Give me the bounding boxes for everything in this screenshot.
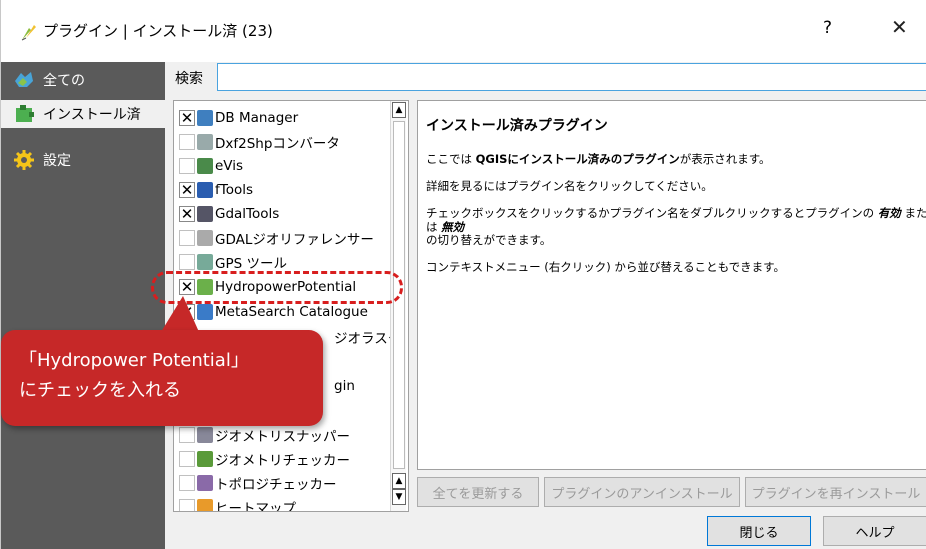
plugin-row[interactable]: ヒートマップ: [174, 495, 392, 512]
help-title-button[interactable]: ?: [823, 18, 832, 38]
evis-icon: [197, 158, 213, 174]
plugin-row[interactable]: ✕ GdalTools: [174, 202, 392, 226]
plugin-list-scrollbar[interactable]: ▲ ▲ ▼: [390, 101, 406, 511]
plugin-name: eVis: [215, 158, 244, 174]
plugin-name-partial: gin: [334, 378, 355, 394]
info-paragraph-1: ここでは QGISにインストール済みのプラグインが表示されます。: [426, 152, 771, 166]
plugin-info-panel: インストール済みプラグイン ここでは QGISにインストール済みのプラグインが表…: [417, 100, 926, 470]
close-button[interactable]: 閉じる: [707, 516, 811, 546]
metasearch-icon: [197, 304, 213, 320]
plugin-row[interactable]: ✕ DB Manager: [174, 106, 392, 130]
plugin-name: GPS ツール: [215, 256, 287, 272]
plugin-name: ジオメトリスナッパー: [215, 429, 350, 445]
info-paragraph-4: コンテキストメニュー (右クリック) から並び替えることもできます。: [426, 260, 785, 275]
plugin-checkbox[interactable]: [179, 427, 195, 443]
plugin-name: ヒートマップ: [215, 501, 296, 512]
scroll-up-icon[interactable]: ▲: [392, 473, 406, 489]
plugin-checkbox[interactable]: [179, 230, 195, 246]
plugin-checkbox[interactable]: [179, 475, 195, 491]
settings-gear-icon: [14, 150, 34, 170]
plugin-name: DB Manager: [215, 110, 299, 126]
help-button[interactable]: ヘルプ: [823, 516, 926, 546]
ftools-icon: [197, 182, 213, 198]
plugin-name: GDALジオリファレンサー: [215, 232, 374, 248]
info-paragraph-3: チェックボックスをクリックするかプラグイン名をダブルクリックするとプラグインの …: [426, 206, 926, 247]
plugin-name: ジオメトリチェッカー: [215, 453, 350, 469]
plugin-checkbox[interactable]: [179, 451, 195, 467]
sidebar-item-settings[interactable]: 設定: [1, 146, 165, 174]
db-manager-icon: [197, 110, 213, 126]
topology-checker-icon: [197, 475, 213, 491]
sidebar-item-label: 全ての: [43, 73, 85, 89]
sidebar-item-all[interactable]: 全ての: [1, 66, 165, 94]
gdaltools-icon: [197, 206, 213, 222]
plugin-row[interactable]: トポロジチェッカー: [174, 471, 392, 495]
uninstall-plugin-button[interactable]: プラグインのアンインストール: [544, 477, 740, 507]
plugin-checkbox[interactable]: [179, 134, 195, 150]
reinstall-plugin-button[interactable]: プラグインを再インストール: [745, 477, 926, 507]
info-heading: インストール済みプラグイン: [426, 118, 608, 134]
upgrade-all-button[interactable]: 全てを更新する: [417, 477, 539, 507]
plugin-name: fTools: [215, 182, 254, 198]
scroll-up-icon[interactable]: ▲: [392, 102, 406, 118]
plugin-row[interactable]: ジオメトリチェッカー: [174, 447, 392, 471]
georeferencer-icon: [197, 230, 213, 246]
plugin-checkbox[interactable]: ✕: [179, 182, 195, 198]
plugin-row[interactable]: eVis: [174, 154, 392, 178]
heatmap-icon: [197, 499, 213, 511]
plugin-checkbox[interactable]: [179, 158, 195, 174]
dxf2shp-icon: [197, 134, 213, 150]
plugin-row[interactable]: GDALジオリファレンサー: [174, 226, 392, 250]
plugin-checkbox[interactable]: ✕: [179, 110, 195, 126]
info-paragraph-2: 詳細を見るにはプラグイン名をクリックしてください。: [426, 179, 713, 194]
plugin-list[interactable]: ✕ DB Manager Dxf2Shpコンバータ eVis ✕ fTools ✕ GdalT…: [173, 100, 409, 512]
plugin-row[interactable]: ジオメトリスナッパー: [174, 423, 392, 447]
plugin-name: トポロジチェッカー: [215, 477, 337, 493]
all-plugins-icon: [15, 72, 33, 87]
gps-icon: [197, 254, 213, 270]
callout-text: 「Hydropower Potential」 にチェックを入れる: [19, 350, 249, 401]
plugin-row[interactable]: Dxf2Shpコンバータ: [174, 130, 392, 154]
installed-plugins-icon: [16, 105, 34, 122]
qgis-plugin-icon: [21, 25, 36, 41]
title-bar: プラグイン | インストール済 (23) ? ✕: [1, 0, 926, 62]
geometry-snapper-icon: [197, 427, 213, 443]
window-title: プラグイン | インストール済 (23): [43, 22, 273, 40]
plugin-name: Dxf2Shpコンバータ: [215, 136, 340, 152]
scroll-down-icon[interactable]: ▼: [392, 489, 406, 505]
plugin-name: MetaSearch Catalogue: [215, 304, 368, 320]
sidebar-item-installed[interactable]: インストール済: [1, 100, 165, 128]
search-input[interactable]: [217, 63, 926, 91]
geometry-checker-icon: [197, 451, 213, 467]
plugin-checkbox[interactable]: ✕: [179, 206, 195, 222]
sidebar-item-label: 設定: [43, 153, 71, 169]
close-window-button[interactable]: ✕: [891, 15, 908, 39]
plugin-manager-dialog: プラグイン | インストール済 (23) ? ✕ 全ての インストール済 設定 …: [0, 0, 926, 549]
sidebar-item-label: インストール済: [43, 107, 141, 123]
plugin-name: GdalTools: [215, 206, 280, 222]
plugin-checkbox[interactable]: [179, 254, 195, 270]
search-label: 検索: [175, 71, 203, 87]
plugin-row[interactable]: ✕ fTools: [174, 178, 392, 202]
sidebar: 全ての インストール済 設定: [1, 62, 165, 549]
plugin-checkbox[interactable]: [179, 499, 195, 511]
callout-pointer: [161, 296, 199, 332]
